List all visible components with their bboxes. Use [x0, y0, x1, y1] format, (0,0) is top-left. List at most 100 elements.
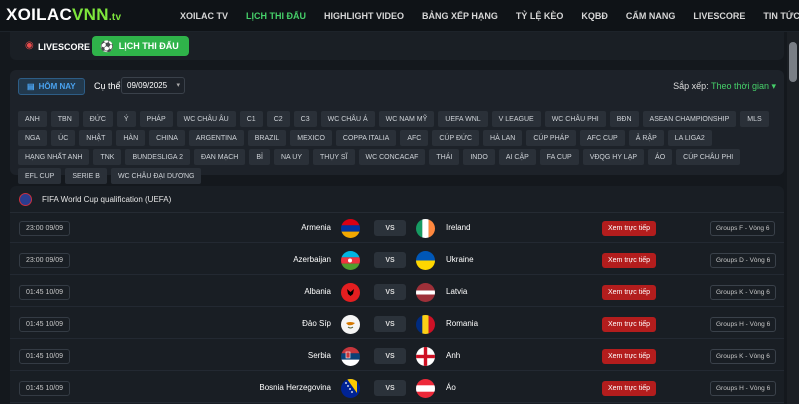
league-chip[interactable]: ANH — [18, 111, 47, 127]
league-chip[interactable]: HÀN — [116, 130, 146, 146]
watch-live-button[interactable]: Xem trực tiếp — [602, 381, 657, 396]
league-chip[interactable]: VĐQG HY LẠP — [582, 149, 645, 165]
league-chip[interactable]: NGA — [18, 130, 48, 146]
nav-item-results[interactable]: KQBĐ — [581, 11, 608, 21]
away-team-name[interactable]: Áo — [446, 383, 456, 392]
league-chip[interactable]: WC CHÂU Á — [320, 111, 375, 127]
nav-item-guide[interactable]: CẨM NANG — [626, 11, 676, 21]
away-team-name[interactable]: Ukraine — [446, 255, 474, 264]
nav-item-highlight-video[interactable]: HIGHLIGHT VIDEO — [324, 11, 404, 21]
scrollbar-thumb[interactable] — [789, 42, 797, 82]
sort-value: Theo thời gian — [711, 81, 769, 91]
livescore-tab[interactable]: LIVESCORE — [38, 42, 90, 52]
nav-item-news[interactable]: TIN TỨC MỚI — [763, 11, 799, 21]
logo-accent-text: VNN — [72, 5, 109, 24]
league-chip[interactable]: BỈ — [249, 149, 270, 165]
league-chip[interactable]: BRAZIL — [247, 130, 287, 146]
league-chip[interactable]: HÀ LAN — [483, 130, 523, 146]
watch-live-button[interactable]: Xem trực tiếp — [602, 221, 657, 236]
league-chip[interactable]: CÚP ĐỨC — [432, 130, 480, 146]
league-chip[interactable]: C3 — [293, 111, 317, 127]
league-chip[interactable]: NHẬT — [79, 130, 113, 146]
league-chip[interactable]: THÁI — [429, 149, 460, 165]
league-chip[interactable]: LA LIGA2 — [667, 130, 712, 146]
match-row[interactable]: 01:45 10/09 Albania VS Latvia Xem trực tiếp G… — [10, 278, 784, 307]
league-chip[interactable]: FA CUP — [539, 149, 579, 165]
league-chip[interactable]: AFC CUP — [580, 130, 625, 146]
league-chip[interactable]: WC CHÂU ÂU — [176, 111, 236, 127]
league-chip[interactable]: CHINA — [149, 130, 185, 146]
league-chip[interactable]: BUNDESLIGA 2 — [125, 149, 191, 165]
league-chip[interactable]: ARGENTINA — [188, 130, 244, 146]
home-team-name[interactable]: Azerbaijan — [293, 255, 331, 264]
watch-live-button[interactable]: Xem trực tiếp — [602, 349, 657, 364]
league-chip[interactable]: WC NAM MỸ — [378, 111, 435, 127]
league-chip[interactable]: WC CHÂU PHI — [544, 111, 606, 127]
home-team-name[interactable]: Bosnia Herzegovina — [259, 383, 331, 392]
page-scrollbar[interactable] — [787, 32, 799, 404]
league-chip[interactable]: V LEAGUE — [491, 111, 541, 127]
match-row[interactable]: 23:00 09/09 Armenia VS Ireland Xem trực tiếp… — [10, 214, 784, 243]
league-chip[interactable]: MEXICO — [290, 130, 332, 146]
league-chip[interactable]: ÚC — [51, 130, 76, 146]
match-row[interactable]: 01:45 10/09 Serbia VS Anh Xem trực tiếp Group… — [10, 342, 784, 371]
league-chip[interactable]: WC CONCACAF — [358, 149, 426, 165]
away-team-flag-icon — [416, 379, 435, 398]
away-team-name[interactable]: Latvia — [446, 287, 467, 296]
league-chip[interactable]: ÁO — [648, 149, 673, 165]
away-team-name[interactable]: Romania — [446, 319, 478, 328]
league-chip[interactable]: Ý — [116, 111, 136, 127]
today-button[interactable]: ▤ HÔM NAY — [18, 78, 85, 95]
filter-panel: ▤ HÔM NAY Cụ thể 09/09/2025 ▾ Sắp xếp: T… — [10, 70, 784, 184]
nav-item-schedule[interactable]: LỊCH THI ĐẤU — [246, 11, 306, 21]
league-chip[interactable]: AI CẬP — [498, 149, 536, 165]
watch-live-button[interactable]: Xem trực tiếp — [602, 253, 657, 268]
league-chip[interactable]: INDO — [463, 149, 495, 165]
nav-item-livescore[interactable]: LIVESCORE — [693, 11, 745, 21]
away-team-name[interactable]: Anh — [446, 351, 460, 360]
today-button-label: HÔM NAY — [38, 82, 76, 91]
home-team-name[interactable]: Armenia — [301, 223, 331, 232]
sort-control[interactable]: Sắp xếp: Theo thời gian ▾ — [673, 81, 776, 92]
match-row[interactable]: 01:45 10/09 Đảo Síp VS Romania Xem trực tiếp… — [10, 310, 784, 339]
league-chip[interactable]: ASEAN CHAMPIONSHIP — [642, 111, 737, 127]
home-team-name[interactable]: Albania — [304, 287, 331, 296]
league-chip[interactable]: C1 — [239, 111, 263, 127]
away-team-name[interactable]: Ireland — [446, 223, 470, 232]
league-chip[interactable]: SERIE B — [65, 168, 107, 184]
league-chip[interactable]: C2 — [266, 111, 290, 127]
league-chip[interactable]: Ả RẬP — [628, 130, 664, 146]
league-chip[interactable]: HẠNG NHẤT ANH — [18, 149, 90, 165]
sort-label: Sắp xếp: — [673, 81, 709, 91]
site-logo[interactable]: XOILACVNN.tv — [6, 5, 121, 25]
league-header[interactable]: FIFA World Cup qualification (UEFA) — [10, 186, 784, 213]
schedule-tab-button[interactable]: ⚽ LỊCH THI ĐẤU — [92, 36, 189, 56]
versus-badge: VS — [374, 284, 406, 300]
home-team-name[interactable]: Đảo Síp — [302, 319, 331, 328]
league-chip[interactable]: CÚP PHÁP — [526, 130, 576, 146]
date-select[interactable]: 09/09/2025 ▾ — [121, 77, 185, 94]
league-chip[interactable]: NA UY — [273, 149, 309, 165]
watch-live-button[interactable]: Xem trực tiếp — [602, 317, 657, 332]
league-chip[interactable]: COPPA ITALIA — [335, 130, 397, 146]
home-team-name[interactable]: Serbia — [308, 351, 331, 360]
league-chip[interactable]: UEFA WNL — [438, 111, 488, 127]
nav-item-standings[interactable]: BẢNG XẾP HẠNG — [422, 11, 498, 21]
nav-item-xoilac-tv[interactable]: XOILAC TV — [180, 11, 228, 21]
watch-live-button[interactable]: Xem trực tiếp — [602, 285, 657, 300]
league-chip[interactable]: PHÁP — [139, 111, 173, 127]
league-chip[interactable]: TNK — [93, 149, 122, 165]
league-chip[interactable]: AFC — [400, 130, 429, 146]
league-chip[interactable]: ĐAN MẠCH — [194, 149, 246, 165]
league-chip[interactable]: TBN — [50, 111, 79, 127]
league-chip[interactable]: BĐN — [609, 111, 639, 127]
match-row[interactable]: 01:45 10/09 Bosnia Herzegovina VS Áo Xem trự… — [10, 374, 784, 403]
league-chip[interactable]: ĐỨC — [82, 111, 113, 127]
league-chip[interactable]: MLS — [740, 111, 769, 127]
league-chip[interactable]: WC CHÂU ĐẠI DƯƠNG — [110, 168, 202, 184]
league-chip[interactable]: CÚP CHÂU PHI — [676, 149, 741, 165]
match-row[interactable]: 23:00 09/09 Azerbaijan VS Ukraine Xem trực t… — [10, 246, 784, 275]
nav-item-odds[interactable]: TỶ LỆ KÈO — [516, 11, 564, 21]
league-chip[interactable]: THỤY SĨ — [313, 149, 355, 165]
league-chip[interactable]: EFL CUP — [18, 168, 62, 184]
